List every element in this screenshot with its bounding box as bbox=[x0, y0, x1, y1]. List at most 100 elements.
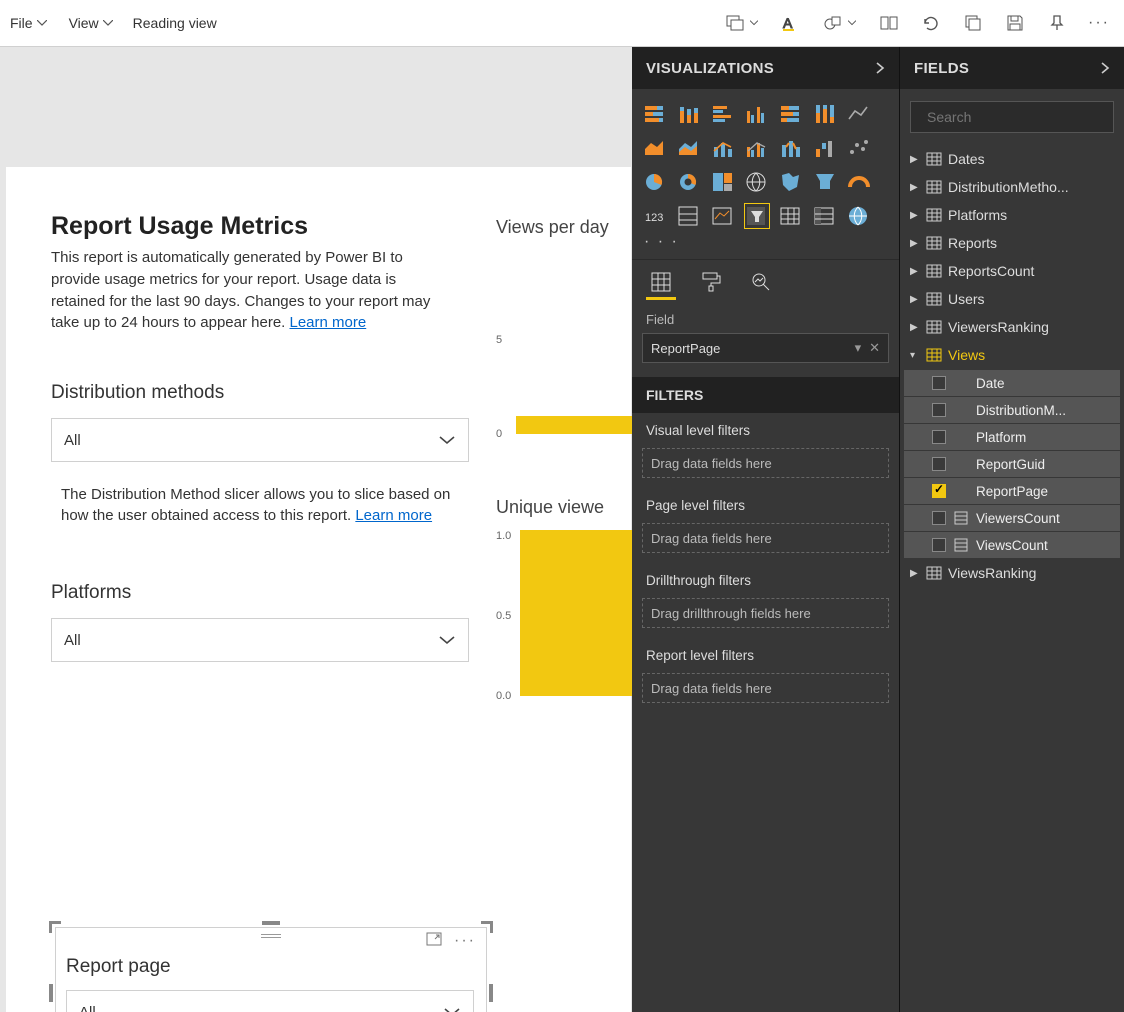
fields-search-input[interactable] bbox=[927, 109, 1108, 125]
chevron-right-icon bbox=[875, 61, 885, 75]
viz-type-card[interactable]: 123 bbox=[642, 203, 668, 229]
viz-type-gauge[interactable] bbox=[846, 169, 872, 195]
field-well-remove-icon[interactable]: ✕ bbox=[869, 340, 880, 356]
viz-type-ribbon[interactable] bbox=[778, 135, 804, 161]
viz-type-stacked-bar-100[interactable] bbox=[778, 101, 804, 127]
viz-type-clustered-column[interactable] bbox=[744, 101, 770, 127]
shapes-icon bbox=[824, 14, 842, 32]
view-menu[interactable]: View bbox=[67, 11, 115, 35]
field-well-caret-icon[interactable]: ▾ bbox=[855, 340, 862, 356]
more-visuals-icon[interactable]: · · · bbox=[632, 233, 899, 259]
table-platforms[interactable]: ▶Platforms bbox=[900, 201, 1124, 229]
refresh-icon[interactable] bbox=[922, 14, 940, 32]
fields-header[interactable]: FIELDS bbox=[900, 47, 1124, 89]
visual-interactions-icon[interactable] bbox=[880, 14, 898, 32]
viz-type-stacked-column-100[interactable] bbox=[812, 101, 838, 127]
drag-handle-icon[interactable] bbox=[261, 934, 281, 940]
viz-type-stacked-area[interactable] bbox=[676, 135, 702, 161]
expand-caret-icon: ▶ bbox=[910, 182, 920, 193]
page-filters-dropzone[interactable]: Drag data fields here bbox=[642, 523, 889, 553]
viz-type-slicer[interactable] bbox=[744, 203, 770, 229]
viz-type-stacked-bar[interactable] bbox=[642, 101, 668, 127]
shapes-menu[interactable] bbox=[824, 14, 856, 32]
field-reportguid[interactable]: ReportGuid bbox=[904, 451, 1120, 477]
reading-view-button[interactable]: Reading view bbox=[133, 15, 217, 31]
viz-type-line[interactable] bbox=[846, 101, 872, 127]
report-page-slicer-selected[interactable]: ··· Report page All bbox=[51, 923, 491, 1012]
unique-viewers-chart[interactable]: Unique viewe 1.0 0.5 0.0 bbox=[496, 497, 632, 726]
file-menu[interactable]: File bbox=[8, 11, 49, 35]
table-users[interactable]: ▶Users bbox=[900, 285, 1124, 313]
field-reportpage[interactable]: ReportPage bbox=[904, 478, 1120, 504]
table-views[interactable]: ▾Views bbox=[900, 341, 1124, 369]
report-filters-dropzone[interactable]: Drag data fields here bbox=[642, 673, 889, 703]
table-viewsranking[interactable]: ▶ViewsRanking bbox=[900, 559, 1124, 587]
visualizations-header[interactable]: VISUALIZATIONS bbox=[632, 47, 899, 89]
table-icon bbox=[926, 320, 942, 334]
resize-handle-right[interactable] bbox=[489, 984, 493, 1002]
table-dates[interactable]: ▶Dates bbox=[900, 145, 1124, 173]
field-distributionm...[interactable]: DistributionM... bbox=[904, 397, 1120, 423]
duplicate-icon[interactable] bbox=[964, 14, 982, 32]
pin-icon[interactable] bbox=[1048, 14, 1066, 32]
viz-type-scatter[interactable] bbox=[846, 135, 872, 161]
learn-more-link[interactable]: Learn more bbox=[290, 314, 367, 331]
field-checkbox[interactable] bbox=[932, 484, 946, 498]
drillthrough-filters-dropzone[interactable]: Drag drillthrough fields here bbox=[642, 598, 889, 628]
viz-type-line-clustered-column[interactable] bbox=[744, 135, 770, 161]
viz-type-r-visual[interactable] bbox=[846, 203, 872, 229]
viz-type-table[interactable] bbox=[778, 203, 804, 229]
viz-type-area[interactable] bbox=[642, 135, 668, 161]
viz-type-waterfall[interactable] bbox=[812, 135, 838, 161]
field-checkbox[interactable] bbox=[932, 457, 946, 471]
field-well-reportpage[interactable]: ReportPage ▾ ✕ bbox=[642, 333, 889, 363]
learn-more-link-2[interactable]: Learn more bbox=[355, 507, 432, 524]
viz-type-multi-row-card[interactable] bbox=[676, 203, 702, 229]
more-options-icon[interactable]: ··· bbox=[1090, 14, 1108, 32]
resize-handle-left[interactable] bbox=[49, 984, 53, 1002]
viz-type-matrix[interactable] bbox=[812, 203, 838, 229]
table-reports[interactable]: ▶Reports bbox=[900, 229, 1124, 257]
viz-type-filled-map[interactable] bbox=[778, 169, 804, 195]
viz-type-stacked-column[interactable] bbox=[676, 101, 702, 127]
field-viewerscount[interactable]: ViewersCount bbox=[904, 505, 1120, 531]
table-reportscount[interactable]: ▶ReportsCount bbox=[900, 257, 1124, 285]
report-page-value: All bbox=[79, 1004, 96, 1012]
table-distributionmetho...[interactable]: ▶DistributionMetho... bbox=[900, 173, 1124, 201]
viz-type-funnel[interactable] bbox=[812, 169, 838, 195]
field-checkbox[interactable] bbox=[932, 376, 946, 390]
table-viewersranking[interactable]: ▶ViewersRanking bbox=[900, 313, 1124, 341]
page-level-filters-label: Page level filters bbox=[632, 488, 899, 517]
platforms-slicer[interactable]: All bbox=[51, 618, 469, 662]
viz-type-line-stacked-column[interactable] bbox=[710, 135, 736, 161]
views-per-day-chart[interactable]: Views per day 5 0 bbox=[496, 217, 632, 438]
distribution-methods-slicer[interactable]: All bbox=[51, 418, 469, 462]
analytics-tab[interactable] bbox=[746, 266, 776, 300]
explore-menu[interactable] bbox=[726, 14, 758, 32]
platforms-value: All bbox=[64, 632, 81, 649]
viz-type-treemap[interactable] bbox=[710, 169, 736, 195]
field-date[interactable]: Date bbox=[904, 370, 1120, 396]
fields-search[interactable] bbox=[910, 101, 1114, 133]
field-platform[interactable]: Platform bbox=[904, 424, 1120, 450]
fields-tab[interactable] bbox=[646, 266, 676, 300]
text-box-icon[interactable]: A bbox=[782, 14, 800, 32]
field-checkbox[interactable] bbox=[932, 511, 946, 525]
field-checkbox[interactable] bbox=[932, 538, 946, 552]
more-options-icon[interactable]: ··· bbox=[454, 932, 476, 950]
save-icon[interactable] bbox=[1006, 14, 1024, 32]
viz-type-clustered-bar[interactable] bbox=[710, 101, 736, 127]
report-page-dropdown[interactable]: All bbox=[66, 990, 474, 1012]
field-viewscount[interactable]: ViewsCount bbox=[904, 532, 1120, 558]
visual-filters-dropzone[interactable]: Drag data fields here bbox=[642, 448, 889, 478]
field-checkbox[interactable] bbox=[932, 430, 946, 444]
resize-handle-top[interactable] bbox=[262, 921, 280, 925]
viz-type-map[interactable] bbox=[744, 169, 770, 195]
viz-type-kpi[interactable] bbox=[710, 203, 736, 229]
focus-mode-icon[interactable] bbox=[426, 932, 442, 950]
format-tab[interactable] bbox=[696, 266, 726, 300]
viz-type-donut[interactable] bbox=[676, 169, 702, 195]
field-checkbox[interactable] bbox=[932, 403, 946, 417]
viz-type-pie[interactable] bbox=[642, 169, 668, 195]
report-canvas[interactable]: Report Usage Metrics This report is auto… bbox=[6, 167, 631, 1012]
